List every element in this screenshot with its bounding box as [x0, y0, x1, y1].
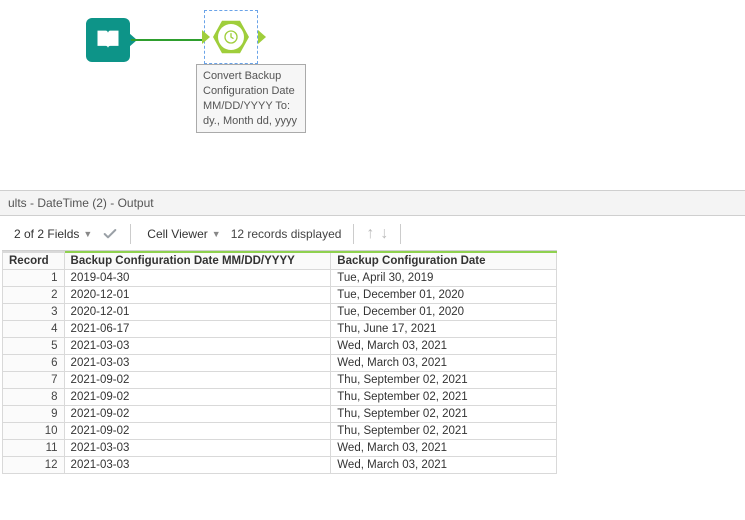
record-number-cell[interactable]: 5: [3, 338, 65, 355]
date-formatted-cell[interactable]: Wed, March 03, 2021: [331, 338, 557, 355]
cell-viewer-dropdown[interactable]: Cell Viewer ▼: [143, 225, 224, 243]
results-grid[interactable]: Record Backup Configuration Date MM/DD/Y…: [2, 250, 557, 474]
date-formatted-cell[interactable]: Wed, March 03, 2021: [331, 457, 557, 474]
table-row[interactable]: 22020-12-01Tue, December 01, 2020: [3, 287, 557, 304]
clock-icon: [223, 29, 239, 45]
hex-icon: [213, 19, 249, 55]
record-number-cell[interactable]: 10: [3, 423, 65, 440]
record-number-cell[interactable]: 9: [3, 406, 65, 423]
date-raw-cell[interactable]: 2021-03-03: [64, 440, 331, 457]
table-row[interactable]: 62021-03-03Wed, March 03, 2021: [3, 355, 557, 372]
date-formatted-cell[interactable]: Thu, September 02, 2021: [331, 389, 557, 406]
date-formatted-cell[interactable]: Wed, March 03, 2021: [331, 440, 557, 457]
date-formatted-cell[interactable]: Thu, September 02, 2021: [331, 423, 557, 440]
date-raw-cell[interactable]: 2020-12-01: [64, 304, 331, 321]
workflow-canvas[interactable]: Convert Backup Configuration Date MM/DD/…: [0, 0, 745, 190]
table-row[interactable]: 102021-09-02Thu, September 02, 2021: [3, 423, 557, 440]
date-raw-cell[interactable]: 2021-09-02: [64, 406, 331, 423]
connection-line[interactable]: [131, 39, 204, 41]
date-formatted-cell[interactable]: Thu, June 17, 2021: [331, 321, 557, 338]
date-raw-cell[interactable]: 2021-09-02: [64, 372, 331, 389]
output-anchor-icon[interactable]: [258, 30, 266, 44]
table-row[interactable]: 122021-03-03Wed, March 03, 2021: [3, 457, 557, 474]
table-row[interactable]: 112021-03-03Wed, March 03, 2021: [3, 440, 557, 457]
book-open-icon: [94, 26, 122, 54]
date-raw-cell[interactable]: 2021-09-02: [64, 423, 331, 440]
record-number-cell[interactable]: 4: [3, 321, 65, 338]
record-number-cell[interactable]: 2: [3, 287, 65, 304]
date-raw-cell[interactable]: 2019-04-30: [64, 270, 331, 287]
input-tool-node[interactable]: [86, 18, 130, 62]
separator: [130, 224, 131, 244]
table-row[interactable]: 42021-06-17Thu, June 17, 2021: [3, 321, 557, 338]
record-number-cell[interactable]: 6: [3, 355, 65, 372]
date-raw-cell[interactable]: 2021-06-17: [64, 321, 331, 338]
chevron-down-icon: ▼: [83, 229, 92, 239]
table-row[interactable]: 52021-03-03Wed, March 03, 2021: [3, 338, 557, 355]
column-header-date-raw[interactable]: Backup Configuration Date MM/DD/YYYY: [64, 252, 331, 270]
table-row[interactable]: 72021-09-02Thu, September 02, 2021: [3, 372, 557, 389]
datetime-tool-selection[interactable]: [204, 10, 258, 64]
table-row[interactable]: 82021-09-02Thu, September 02, 2021: [3, 389, 557, 406]
date-formatted-cell[interactable]: Wed, March 03, 2021: [331, 355, 557, 372]
date-formatted-cell[interactable]: Tue, April 30, 2019: [331, 270, 557, 287]
results-panel-title: ults - DateTime (2) - Output: [0, 190, 745, 216]
input-anchor-icon[interactable]: [202, 30, 210, 44]
date-formatted-cell[interactable]: Tue, December 01, 2020: [331, 304, 557, 321]
date-raw-cell[interactable]: 2021-03-03: [64, 457, 331, 474]
separator: [400, 224, 401, 244]
date-formatted-cell[interactable]: Thu, September 02, 2021: [331, 406, 557, 423]
date-raw-cell[interactable]: 2021-03-03: [64, 355, 331, 372]
table-header-row: Record Backup Configuration Date MM/DD/Y…: [3, 252, 557, 270]
cell-viewer-label: Cell Viewer: [147, 227, 207, 241]
record-number-cell[interactable]: 11: [3, 440, 65, 457]
check-icon[interactable]: [102, 226, 118, 242]
column-header-record[interactable]: Record: [3, 252, 65, 270]
results-toolbar: 2 of 2 Fields ▼ Cell Viewer ▼ 12 records…: [0, 216, 745, 250]
column-header-date-formatted[interactable]: Backup Configuration Date: [331, 252, 557, 270]
date-raw-cell[interactable]: 2021-03-03: [64, 338, 331, 355]
node-annotation[interactable]: Convert Backup Configuration Date MM/DD/…: [196, 64, 306, 133]
record-number-cell[interactable]: 8: [3, 389, 65, 406]
date-formatted-cell[interactable]: Thu, September 02, 2021: [331, 372, 557, 389]
table-row[interactable]: 12019-04-30Tue, April 30, 2019: [3, 270, 557, 287]
record-number-cell[interactable]: 3: [3, 304, 65, 321]
records-count-label: 12 records displayed: [231, 227, 342, 241]
record-number-cell[interactable]: 12: [3, 457, 65, 474]
record-number-cell[interactable]: 7: [3, 372, 65, 389]
chevron-down-icon: ▼: [212, 229, 221, 239]
date-formatted-cell[interactable]: Tue, December 01, 2020: [331, 287, 557, 304]
record-number-cell[interactable]: 1: [3, 270, 65, 287]
table-row[interactable]: 32020-12-01Tue, December 01, 2020: [3, 304, 557, 321]
fields-label: 2 of 2 Fields: [14, 227, 79, 241]
arrow-up-icon[interactable]: ↑: [366, 226, 374, 242]
datetime-tool-node[interactable]: [209, 15, 253, 59]
separator: [353, 224, 354, 244]
arrow-down-icon[interactable]: ↓: [380, 226, 388, 242]
table-row[interactable]: 92021-09-02Thu, September 02, 2021: [3, 406, 557, 423]
date-raw-cell[interactable]: 2021-09-02: [64, 389, 331, 406]
date-raw-cell[interactable]: 2020-12-01: [64, 287, 331, 304]
fields-dropdown[interactable]: 2 of 2 Fields ▼: [10, 225, 96, 243]
